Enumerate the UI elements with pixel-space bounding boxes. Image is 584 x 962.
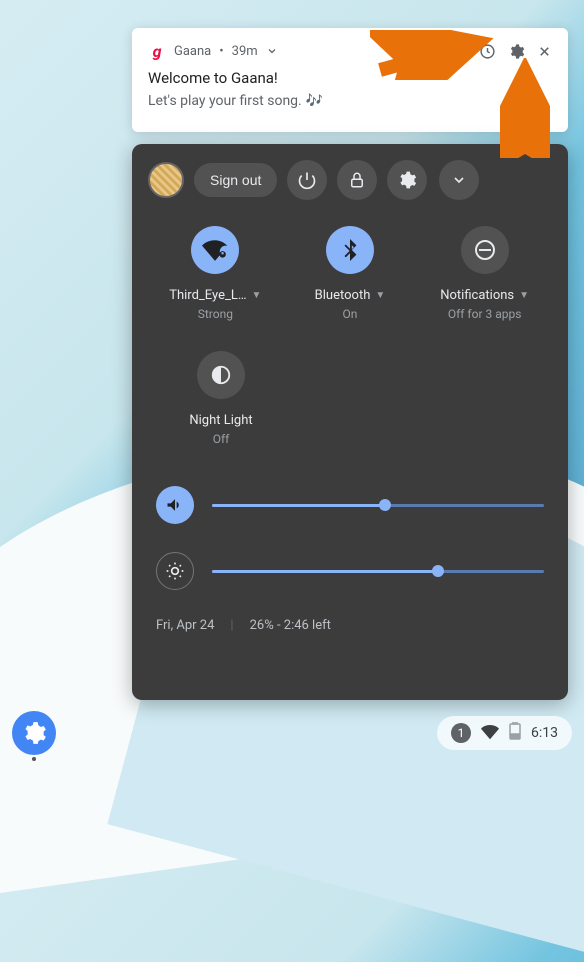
settings-button[interactable] <box>387 160 427 200</box>
volume-icon[interactable] <box>156 486 194 524</box>
night-light-toggle-button[interactable] <box>197 351 245 399</box>
wifi-status-icon <box>481 722 499 744</box>
toggle-row-1: Third_Eye_L… ▼ Strong Bluetooth ▼ On Not… <box>148 226 552 321</box>
brightness-icon[interactable] <box>156 552 194 590</box>
notifications-label-text: Notifications <box>440 288 514 303</box>
wifi-label[interactable]: Third_Eye_L… ▼ <box>169 288 261 303</box>
wifi-toggle: Third_Eye_L… ▼ Strong <box>150 226 280 321</box>
night-light-status: Off <box>213 432 230 446</box>
volume-thumb[interactable] <box>379 499 391 511</box>
notification-card[interactable]: g Gaana • 39m Welcome to Gaana! Let's pl… <box>132 28 568 132</box>
notifications-toggle: Notifications ▼ Off for 3 apps <box>420 226 550 321</box>
caret-down-icon: ▼ <box>252 290 262 301</box>
notification-header: g Gaana • 39m <box>148 42 552 61</box>
wifi-label-text: Third_Eye_L… <box>169 288 246 303</box>
notifications-status: Off for 3 apps <box>448 307 522 321</box>
toggle-row-2: Night Light Off <box>148 351 552 446</box>
tray-time: 6:13 <box>531 725 558 741</box>
notification-title: Welcome to Gaana! <box>148 69 552 87</box>
user-avatar[interactable] <box>148 162 184 198</box>
bluetooth-toggle-button[interactable] <box>326 226 374 274</box>
notifications-toggle-button[interactable] <box>461 226 509 274</box>
power-button[interactable] <box>287 160 327 200</box>
volume-fill <box>212 504 385 507</box>
chevron-down-icon[interactable] <box>266 42 278 61</box>
collapse-button[interactable] <box>439 160 479 200</box>
panel-footer: Fri, Apr 24 | 26% - 2:46 left <box>148 618 552 633</box>
caret-down-icon: ▼ <box>375 290 385 301</box>
lock-button[interactable] <box>337 160 377 200</box>
bluetooth-label[interactable]: Bluetooth ▼ <box>315 288 386 303</box>
brightness-slider[interactable] <box>212 570 544 573</box>
notification-count-badge: 1 <box>451 723 471 743</box>
close-icon[interactable] <box>537 44 552 59</box>
bluetooth-label-text: Bluetooth <box>315 288 371 303</box>
wifi-status: Strong <box>198 307 233 321</box>
settings-app-icon[interactable] <box>12 711 56 755</box>
brightness-row <box>148 552 552 590</box>
caret-down-icon: ▼ <box>519 290 529 301</box>
footer-date: Fri, Apr 24 <box>156 618 214 633</box>
status-tray[interactable]: 1 6:13 <box>437 716 572 750</box>
settings-icon[interactable] <box>508 43 525 60</box>
night-light-label-text: Night Light <box>189 413 252 428</box>
brightness-thumb[interactable] <box>432 565 444 577</box>
snooze-icon[interactable] <box>479 43 496 60</box>
volume-slider[interactable] <box>212 504 544 507</box>
footer-battery: 26% - 2:46 left <box>250 618 331 633</box>
brightness-fill <box>212 570 438 573</box>
sign-out-button[interactable]: Sign out <box>194 163 277 197</box>
notifications-label[interactable]: Notifications ▼ <box>440 288 529 303</box>
music-notes-icon: 🎶 <box>306 93 323 109</box>
notification-body-row: Let's play your first song. 🎶 <box>148 90 552 109</box>
shelf: 1 6:13 <box>0 704 584 762</box>
night-light-toggle: Night Light Off <box>156 351 286 446</box>
notification-time: 39m <box>232 44 258 59</box>
app-icon: g <box>148 43 166 61</box>
volume-row <box>148 486 552 524</box>
quick-settings-panel: Sign out Third_Eye_L… ▼ Strong <box>132 144 568 700</box>
app-name: Gaana <box>174 44 211 59</box>
panel-header: Sign out <box>148 160 552 200</box>
night-light-label: Night Light <box>189 413 252 428</box>
notification-body: Let's play your first song. <box>148 93 302 109</box>
battery-status-icon <box>509 722 521 744</box>
bluetooth-status: On <box>343 307 358 321</box>
separator-dot: • <box>219 44 223 59</box>
bluetooth-toggle: Bluetooth ▼ On <box>285 226 415 321</box>
footer-divider: | <box>230 618 233 633</box>
wifi-toggle-button[interactable] <box>191 226 239 274</box>
